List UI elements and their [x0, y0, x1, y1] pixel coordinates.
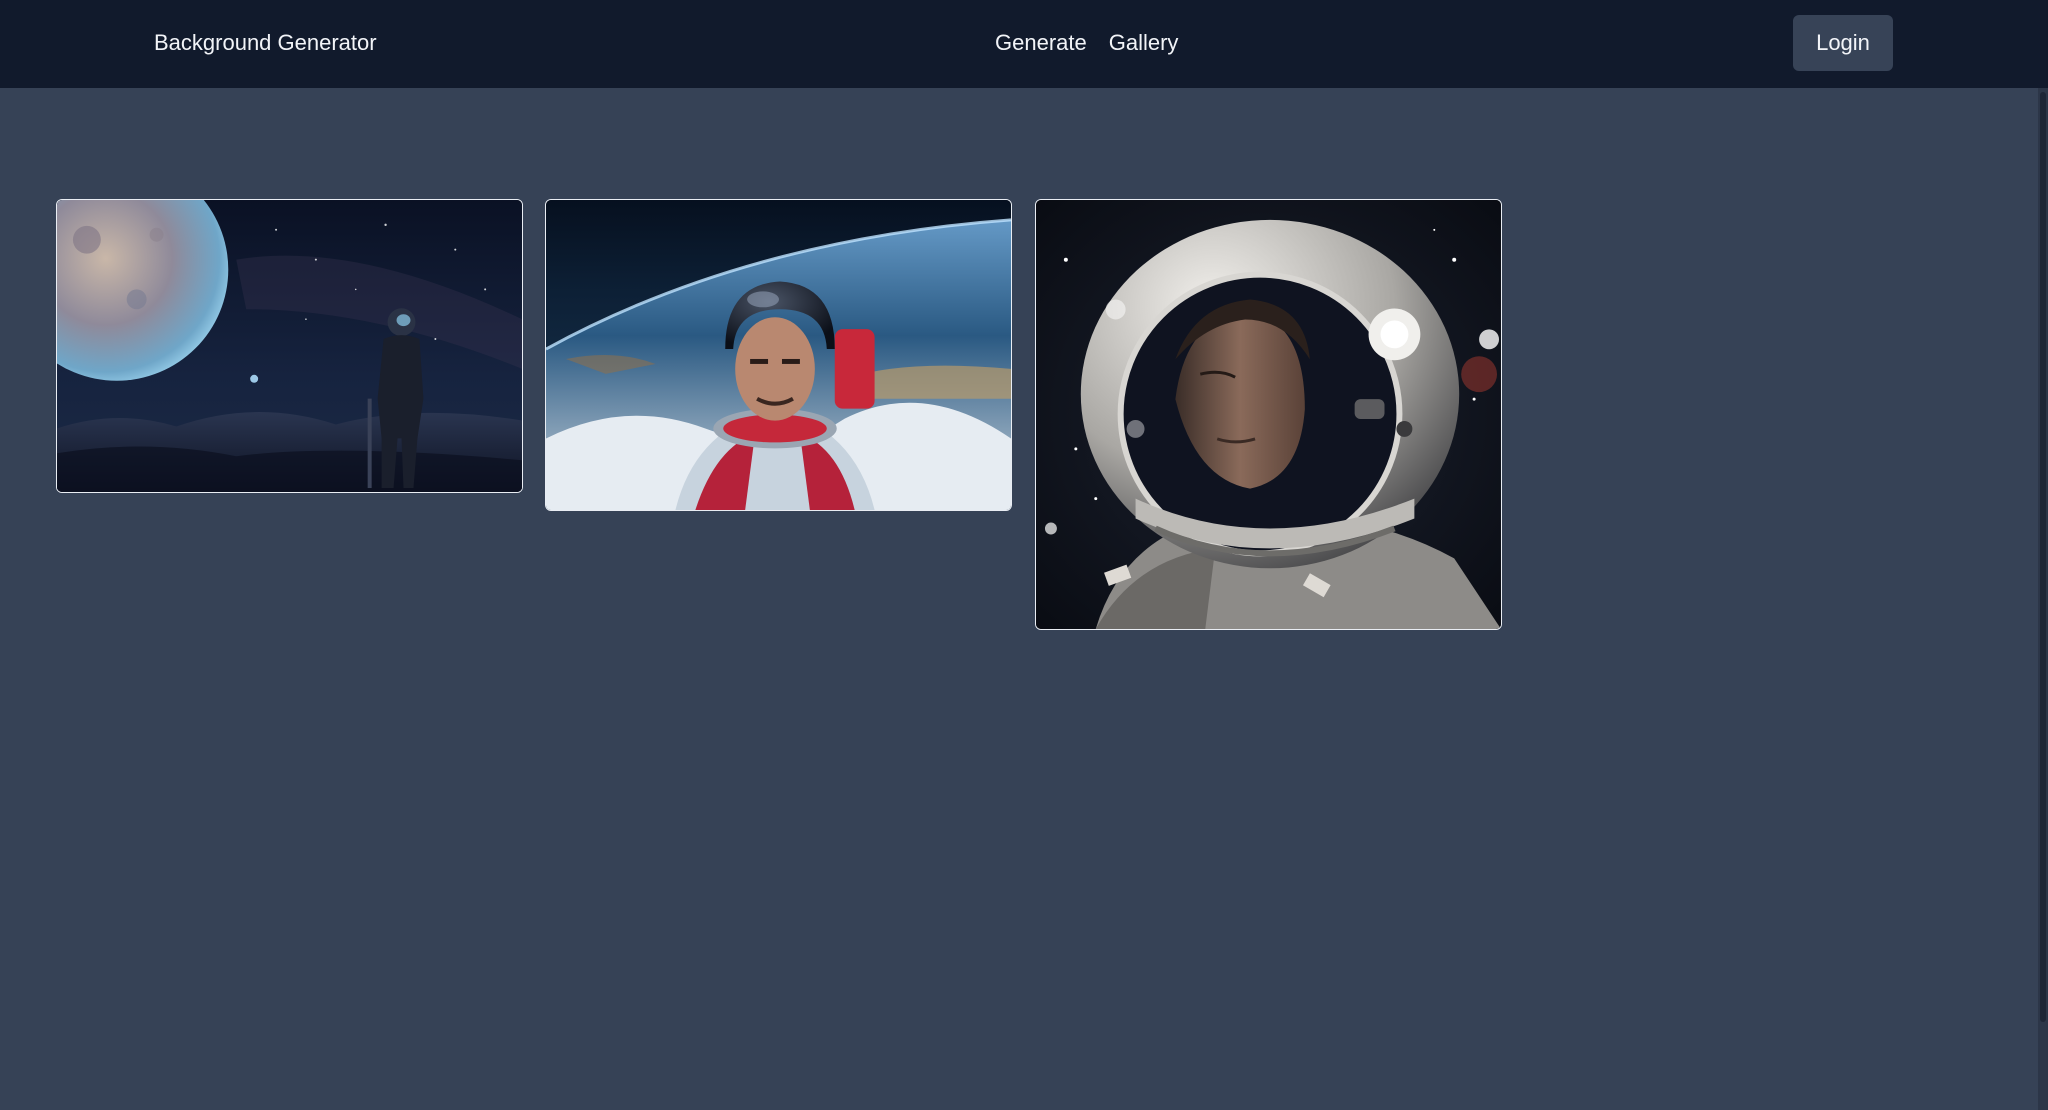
brand-title[interactable]: Background Generator	[154, 28, 377, 58]
astronaut-portrait-image	[1036, 200, 1501, 629]
page: Background Generator Generate Gallery Lo…	[0, 0, 2048, 1110]
gallery-image-2[interactable]	[545, 199, 1012, 511]
nav-link-generate[interactable]: Generate	[995, 28, 1087, 58]
astronaut-moon-image	[57, 200, 522, 492]
login-button[interactable]: Login	[1793, 15, 1893, 71]
astronaut-earth-image	[546, 200, 1011, 510]
main-nav: Generate Gallery	[995, 28, 1178, 58]
gallery-image-3[interactable]	[1035, 199, 1502, 630]
nav-link-gallery[interactable]: Gallery	[1109, 28, 1179, 58]
gallery-image-1[interactable]	[56, 199, 523, 493]
top-navbar: Background Generator Generate Gallery Lo…	[0, 0, 2048, 88]
scrollbar-thumb[interactable]	[2040, 92, 2046, 1022]
